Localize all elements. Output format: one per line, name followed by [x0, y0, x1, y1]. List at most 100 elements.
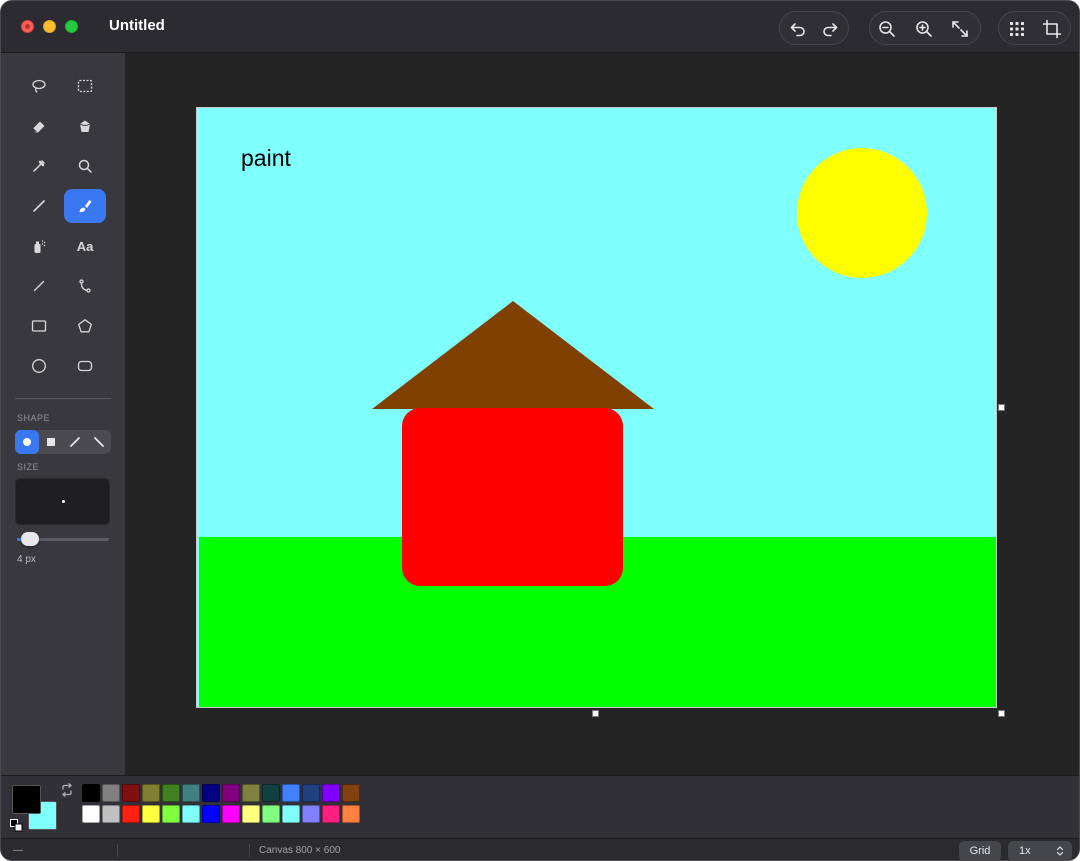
resize-handle-bottom[interactable]: [592, 710, 599, 717]
tool-pencil[interactable]: [18, 189, 60, 223]
tool-line[interactable]: [18, 269, 60, 303]
status-left: —: [13, 845, 23, 856]
tool-text[interactable]: Aa: [64, 229, 106, 263]
size-value: 4 px: [17, 554, 36, 565]
zoom-out-button[interactable]: [874, 16, 900, 42]
swap-icon[interactable]: [60, 783, 74, 797]
eraser-icon: [32, 121, 45, 133]
color-palette-bar: [1, 775, 1079, 838]
close-window-button[interactable]: [21, 20, 34, 33]
minimize-window-button[interactable]: [43, 20, 56, 33]
palette-color-swatch[interactable]: [102, 805, 120, 823]
grid-button[interactable]: [1004, 16, 1030, 42]
palette-color-swatch[interactable]: [202, 784, 220, 802]
tool-airbrush[interactable]: [18, 229, 60, 263]
reset-colors-icon[interactable]: [10, 819, 23, 832]
shape-slash-back-option[interactable]: [87, 430, 111, 454]
zoom-select[interactable]: 1x: [1008, 841, 1072, 860]
grid-toggle-button[interactable]: Grid: [959, 841, 1001, 860]
palette-color-swatch[interactable]: [242, 805, 260, 823]
size-label: SIZE: [17, 462, 40, 472]
roof-shape: [372, 301, 654, 409]
tool-curve[interactable]: [64, 269, 106, 303]
tool-polygon[interactable]: [64, 309, 106, 343]
palette-color-swatch[interactable]: [122, 784, 140, 802]
palette-color-swatch[interactable]: [322, 784, 340, 802]
zoom-in-button[interactable]: [911, 16, 937, 42]
canvas-tools-group: [998, 11, 1071, 45]
palette-color-swatch[interactable]: [222, 805, 240, 823]
drawing-canvas[interactable]: paint: [196, 107, 997, 708]
tool-sidebar: Aa SHAPE SIZE 4 px: [1, 53, 125, 775]
palette-color-swatch[interactable]: [302, 784, 320, 802]
resize-handle-right[interactable]: [998, 404, 1005, 411]
grid-toggle-label: Grid: [969, 845, 991, 857]
canvas-size-text: Canvas 800 × 600: [259, 845, 341, 856]
palette-color-swatch[interactable]: [162, 784, 180, 802]
palette-color-swatch[interactable]: [302, 805, 320, 823]
palette-color-swatch[interactable]: [222, 784, 240, 802]
shape-slash-forward-option[interactable]: [63, 430, 87, 454]
tool-lasso-select[interactable]: [18, 69, 60, 103]
resize-handle-corner[interactable]: [998, 710, 1005, 717]
shape-circle-option[interactable]: [15, 430, 39, 454]
palette-color-swatch[interactable]: [282, 784, 300, 802]
tool-fill[interactable]: [64, 109, 106, 143]
palette-color-swatch[interactable]: [162, 805, 180, 823]
circle-icon: [32, 359, 46, 373]
pencil-icon: [33, 200, 45, 212]
undo-icon: [790, 23, 805, 37]
tool-brush[interactable]: [64, 189, 106, 223]
tool-rect-select[interactable]: [64, 69, 106, 103]
palette-color-swatch[interactable]: [82, 805, 100, 823]
palette-color-swatch[interactable]: [342, 784, 360, 802]
palette-color-swatch[interactable]: [82, 784, 100, 802]
size-slider-thumb[interactable]: [21, 532, 39, 546]
tool-eraser[interactable]: [18, 109, 60, 143]
curve-icon: [79, 279, 91, 293]
circle-shape-icon: [23, 438, 31, 446]
palette-color-swatch[interactable]: [342, 805, 360, 823]
line-icon: [33, 280, 45, 292]
text-icon: Aa: [76, 238, 94, 254]
tool-rectangle[interactable]: [18, 309, 60, 343]
palette-color-swatch[interactable]: [182, 805, 200, 823]
tool-ellipse[interactable]: [18, 349, 60, 383]
palette-color-swatch[interactable]: [142, 784, 160, 802]
crop-button[interactable]: [1039, 16, 1065, 42]
magnifier-icon: [78, 159, 92, 173]
redo-button[interactable]: [817, 16, 843, 42]
shape-square-option[interactable]: [39, 430, 63, 454]
status-bar: — Canvas 800 × 600 Grid 1x: [1, 838, 1079, 860]
sun-shape: [797, 148, 927, 278]
palette-color-swatch[interactable]: [242, 784, 260, 802]
chevron-updown-icon: [1056, 846, 1064, 856]
tool-magnifier[interactable]: [64, 149, 106, 183]
palette-color-swatch[interactable]: [282, 805, 300, 823]
size-preview-dot: [62, 500, 65, 503]
square-shape-icon: [47, 438, 55, 446]
tool-color-picker[interactable]: [18, 149, 60, 183]
tool-rounded-rectangle[interactable]: [64, 349, 106, 383]
palette-color-swatch[interactable]: [322, 805, 340, 823]
foreground-color-swatch[interactable]: [12, 785, 41, 814]
palette-color-swatch[interactable]: [202, 805, 220, 823]
palette-color-swatch[interactable]: [122, 805, 140, 823]
slash-back-icon: [94, 437, 104, 447]
maximize-window-button[interactable]: [65, 20, 78, 33]
eyedropper-icon: [33, 160, 45, 172]
status-divider: [249, 844, 250, 857]
lasso-icon: [32, 79, 46, 93]
zoom-value: 1x: [1019, 845, 1031, 857]
app-window: Untitled Aa SHAPE SIZE 4 px paint — Canv…: [0, 0, 1080, 861]
palette-color-swatch[interactable]: [262, 805, 280, 823]
palette-color-swatch[interactable]: [262, 784, 280, 802]
slash-forward-icon: [70, 437, 80, 447]
brush-size-preview: [15, 478, 110, 525]
undo-button[interactable]: [785, 16, 811, 42]
fit-screen-button[interactable]: [947, 16, 973, 42]
palette-color-swatch[interactable]: [182, 784, 200, 802]
palette-color-swatch[interactable]: [142, 805, 160, 823]
grid-icon: [1010, 22, 1024, 36]
palette-color-swatch[interactable]: [102, 784, 120, 802]
